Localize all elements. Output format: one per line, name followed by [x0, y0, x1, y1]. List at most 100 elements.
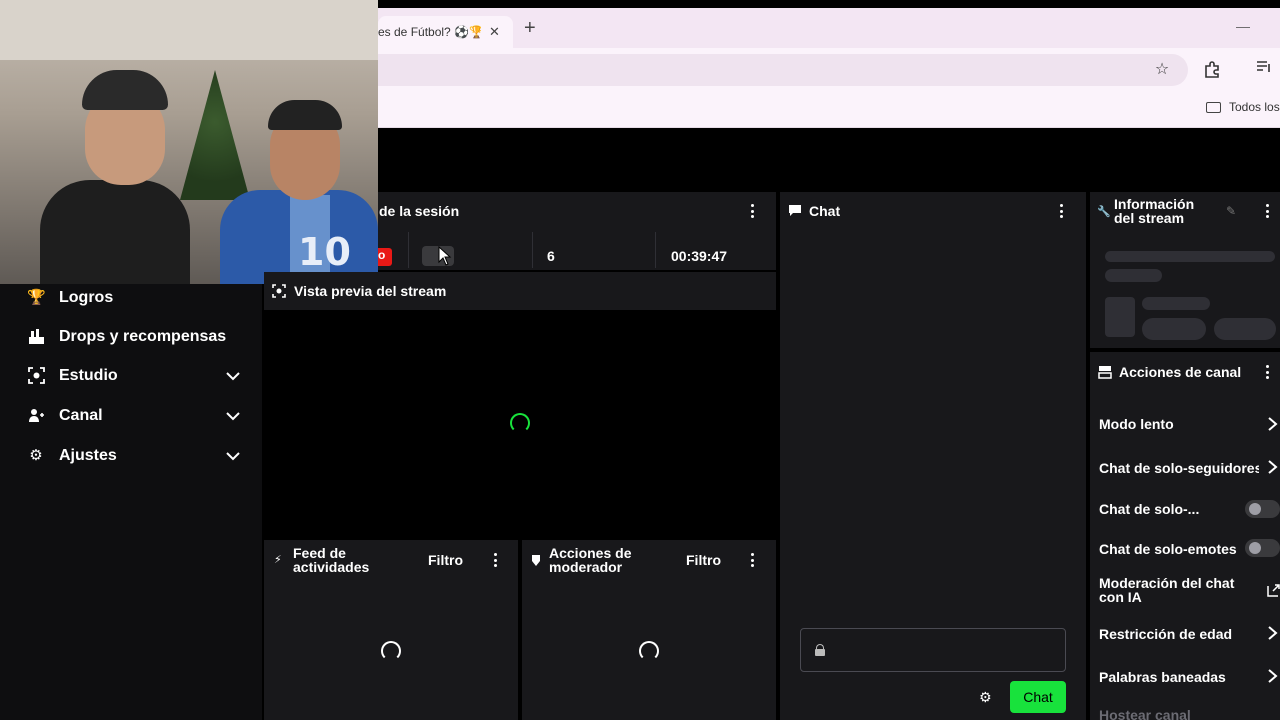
sidebar-item-estudio[interactable]: Estudio	[0, 358, 262, 394]
action-palabras-baneadas[interactable]: Palabras baneadas	[1099, 669, 1226, 685]
mod-actions-title-line1: Acciones de	[549, 545, 632, 561]
webcam-person-left	[40, 70, 190, 284]
activity-filter-button[interactable]: Filtro	[428, 552, 463, 568]
skeleton-line	[1142, 297, 1210, 310]
action-solo-suscriptores: Chat de solo-...	[1099, 501, 1200, 517]
browser-tab[interactable]: es de Fútbol? ⚽🏆 ✕	[378, 16, 513, 48]
top-dark-area	[378, 128, 1280, 190]
bookmarks-folder-label: Todos los	[1229, 100, 1280, 114]
sidebar-item-logros[interactable]: 🏆 Logros	[0, 280, 262, 316]
stat-divider	[655, 232, 656, 268]
sidebar-item-label: Logros	[59, 289, 114, 306]
activity-feed-title-line2: actividades	[293, 559, 370, 575]
close-tab-icon[interactable]: ✕	[489, 24, 500, 40]
edit-pencil-icon[interactable]: ✎	[1226, 204, 1236, 218]
folder-icon	[1206, 101, 1221, 113]
activity-feed-title-line1: Feed de	[293, 545, 346, 561]
sidebar-item-drops[interactable]: Drops y recompensas	[0, 319, 262, 355]
skeleton-tag	[1142, 318, 1206, 340]
chat-bubble-icon	[788, 204, 802, 217]
action-restriccion-edad[interactable]: Restricción de edad	[1099, 626, 1232, 642]
tab-title: es de Fútbol? ⚽🏆	[378, 25, 481, 39]
webcam-wall	[0, 0, 378, 60]
chevron-right-icon[interactable]	[1266, 625, 1280, 641]
gift-icon	[27, 328, 45, 346]
mod-actions-title-line2: moderador	[549, 559, 623, 575]
stream-info-title-line1: Información	[1114, 196, 1195, 212]
mouse-cursor-icon	[438, 246, 452, 266]
bookmarks-bar: Todos los	[378, 92, 1280, 128]
loading-spinner	[381, 641, 401, 661]
minimize-window-button[interactable]: —	[1236, 18, 1250, 34]
webcam-overlay: 10	[0, 0, 378, 284]
camera-icon	[272, 284, 286, 298]
loading-spinner	[639, 641, 659, 661]
stream-info-title-line2: del stream	[1114, 210, 1185, 226]
viewer-count: 6	[547, 248, 555, 264]
chevron-down-icon[interactable]	[224, 407, 242, 425]
bookmark-star-icon[interactable]: ☆	[1152, 60, 1172, 80]
chat-panel-title: Chat	[809, 203, 841, 219]
lock-icon	[815, 644, 825, 656]
activity-menu-icon[interactable]	[492, 553, 498, 567]
skeleton-tag	[1214, 318, 1276, 340]
loading-spinner	[510, 413, 530, 433]
channel-actions-panel	[1090, 352, 1280, 720]
chat-message-input[interactable]	[800, 628, 1066, 672]
session-duration: 00:39:47	[671, 248, 728, 264]
chat-settings-gear-icon[interactable]: ⚙	[979, 689, 992, 706]
channel-actions-title: Acciones de canal	[1119, 364, 1242, 380]
chat-menu-icon[interactable]	[1058, 204, 1064, 218]
external-link-icon[interactable]	[1266, 582, 1280, 598]
lightning-icon: ⚡	[274, 554, 282, 566]
studio-icon	[27, 367, 45, 385]
session-panel-title: de la sesión	[379, 203, 460, 219]
gear-icon: ⚙	[29, 447, 43, 464]
webcam-person-right	[200, 90, 378, 284]
action-solo-emotes: Chat de solo-emotes	[1099, 541, 1237, 557]
stat-divider	[408, 232, 409, 268]
action-hostear-canal[interactable]: Hostear canal	[1099, 707, 1191, 720]
jersey-number: 10	[298, 230, 351, 274]
sidebar-item-ajustes[interactable]: ⚙ Ajustes	[0, 438, 262, 474]
skeleton-line	[1105, 269, 1162, 282]
sidebar-item-label: Canal	[59, 407, 103, 424]
sidebar-item-label: Estudio	[59, 367, 118, 384]
mod-menu-icon[interactable]	[749, 553, 755, 567]
chevron-right-icon[interactable]	[1266, 668, 1280, 684]
chevron-right-icon[interactable]	[1266, 459, 1280, 475]
chevron-down-icon[interactable]	[224, 367, 242, 385]
solo-emotes-toggle[interactable]	[1245, 539, 1280, 557]
sidebar-item-label: Ajustes	[59, 447, 117, 464]
reading-list-icon[interactable]	[1254, 60, 1274, 80]
skeleton-line	[1105, 251, 1275, 262]
action-modo-lento[interactable]: Modo lento	[1099, 416, 1174, 432]
preview-panel-title: Vista previa del stream	[294, 283, 447, 299]
trophy-icon: 🏆	[27, 289, 46, 306]
shield-icon	[532, 553, 540, 566]
new-tab-button[interactable]: +	[524, 18, 536, 38]
omnibox[interactable]	[378, 54, 1188, 86]
channel-actions-icon	[1098, 365, 1112, 379]
browser-tab-strip: es de Fútbol? ⚽🏆 ✕ + —	[378, 8, 1280, 48]
chat-send-button[interactable]: Chat	[1010, 681, 1066, 713]
address-bar-row: ☆	[378, 48, 1280, 92]
chevron-down-icon[interactable]	[224, 447, 242, 465]
action-solo-seguidores[interactable]: Chat de solo-seguidores	[1099, 460, 1259, 476]
stream-info-menu-icon[interactable]	[1264, 204, 1270, 218]
channel-actions-menu-icon[interactable]	[1264, 365, 1270, 379]
session-menu-icon[interactable]	[749, 204, 755, 218]
mod-filter-button[interactable]: Filtro	[686, 552, 721, 568]
action-moderacion-ia[interactable]: Moderación del chat con IA	[1099, 576, 1249, 604]
extensions-icon[interactable]	[1202, 60, 1222, 80]
live-indicator-text: o	[378, 248, 386, 262]
skeleton-thumbnail	[1105, 297, 1135, 337]
solo-subs-toggle[interactable]	[1245, 500, 1280, 518]
sidebar-item-label: Drops y recompensas	[59, 328, 227, 345]
sidebar-item-canal[interactable]: Canal	[0, 398, 262, 434]
chevron-right-icon[interactable]	[1266, 416, 1280, 432]
stat-divider	[532, 232, 533, 268]
wrench-icon: 🔧	[1097, 206, 1111, 218]
bookmarks-folder[interactable]: Todos los	[1206, 100, 1280, 114]
channel-icon	[27, 407, 45, 425]
